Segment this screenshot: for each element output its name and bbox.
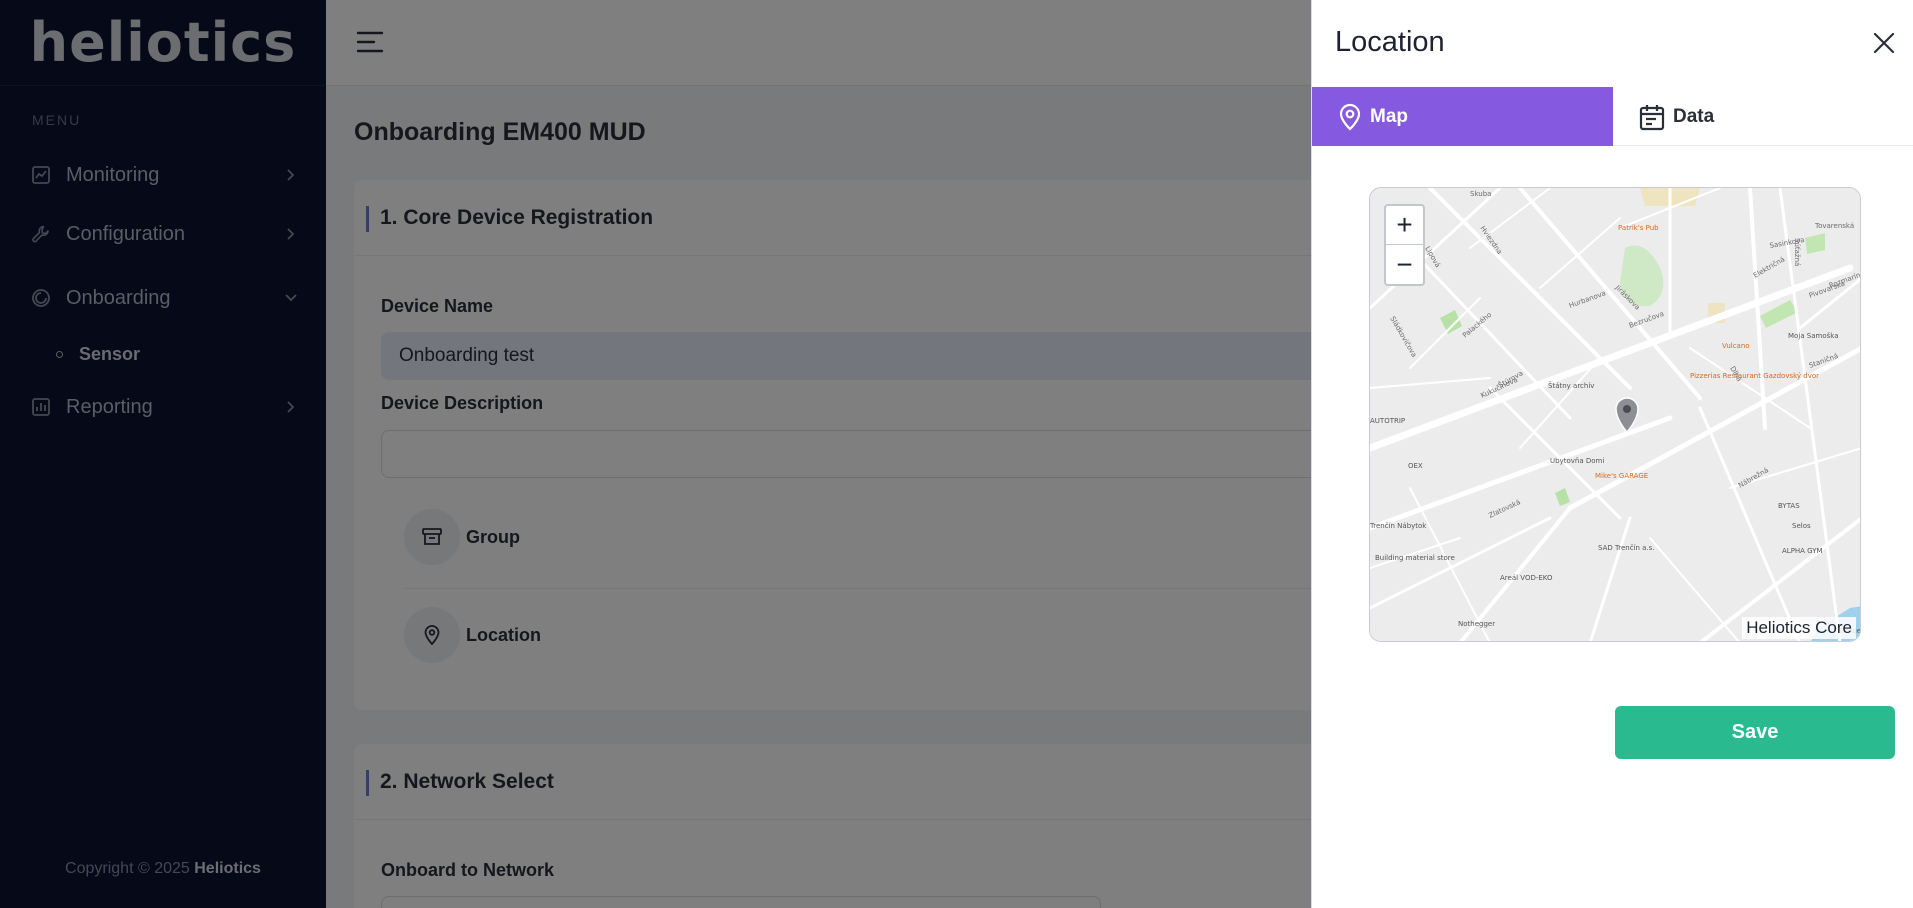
map-poi-label: Ubytovňa Domi xyxy=(1550,457,1604,465)
map-poi-label: Building material store xyxy=(1375,554,1455,562)
tab-map[interactable]: Map xyxy=(1312,87,1613,146)
tab-data[interactable]: Data xyxy=(1613,87,1913,146)
map-pin-icon xyxy=(1338,103,1362,131)
calendar-icon xyxy=(1639,103,1665,131)
map-poi-label: BYTAS xyxy=(1778,502,1800,510)
save-button[interactable]: Save xyxy=(1615,706,1895,759)
map-canvas[interactable]: SkubaLipováHviezdnaŠtúrovaJiráskovaBezru… xyxy=(1370,188,1861,642)
tab-label: Map xyxy=(1370,105,1408,127)
map-street-label: Súťažná xyxy=(1793,238,1802,266)
map-poi-label: Vulcano xyxy=(1722,342,1750,350)
map-poi-label: OEX xyxy=(1408,462,1423,470)
map-poi-label: Selos xyxy=(1792,522,1811,530)
zoom-in-button[interactable]: + xyxy=(1386,206,1423,245)
location-drawer: Location Map Data Skuba Lipová Hviezdna … xyxy=(1311,0,1913,908)
map-street-label: Tovarenská xyxy=(1814,222,1854,230)
map-poi-label: AUTOTRIP xyxy=(1370,417,1405,425)
tab-label: Data xyxy=(1673,105,1715,127)
map-poi-label: Nothegger xyxy=(1458,620,1495,628)
location-tabs: Map Data xyxy=(1312,87,1913,146)
zoom-control: + − xyxy=(1384,204,1425,286)
map-poi-label: ALPHA GYM xyxy=(1782,547,1823,555)
map-poi-label: Patrik's Pub xyxy=(1618,224,1659,232)
close-icon[interactable] xyxy=(1871,30,1897,56)
map-street-label: Skuba xyxy=(1470,190,1491,198)
map-poi-label: Štátny archív xyxy=(1548,381,1594,390)
map-poi-label: Trenčín Nábytok xyxy=(1370,522,1427,530)
map-poi-label: Pizzerias Restaurant Gazdovský dvor xyxy=(1690,372,1819,380)
modal-backdrop[interactable] xyxy=(0,0,1311,908)
map-poi-label: Mike's GARAGE xyxy=(1595,472,1648,480)
map-poi-label: SAD Trenčín a.s. xyxy=(1598,544,1655,552)
map-attribution[interactable]: Heliotics Core xyxy=(1742,617,1856,639)
zoom-out-button[interactable]: − xyxy=(1386,245,1423,284)
location-map[interactable]: Skuba Lipová Hviezdna Štúrova Jiráskova Bezru… xyxy=(1369,187,1861,642)
drawer-title: Location xyxy=(1335,26,1445,58)
map-poi-label: Areál VOD-EKO xyxy=(1500,574,1553,582)
map-poi-label: Moja Samoška xyxy=(1788,332,1838,340)
